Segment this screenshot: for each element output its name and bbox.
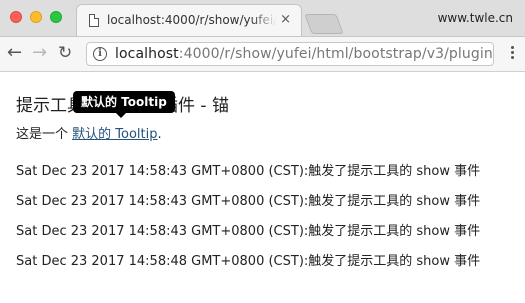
reload-icon[interactable]: ↻ (58, 43, 72, 63)
browser-toolbar: ← → ↻ i localhost:4000/r/show/yufei/html… (0, 37, 525, 72)
tab-title: localhost:4000/r/show/yufei/html/bootstr… (107, 13, 277, 27)
url-path: :4000/r/show/yufei/html/bootstrap/v3/plu… (178, 46, 494, 62)
maximize-window-button[interactable] (50, 11, 62, 23)
close-tab-icon[interactable]: × (280, 12, 291, 28)
log-line: Sat Dec 23 2017 14:58:43 GMT+0800 (CST):… (16, 224, 481, 239)
browser-tab[interactable]: localhost:4000/r/show/yufei/html/bootstr… (76, 4, 302, 36)
back-arrow-icon[interactable]: ← (7, 43, 22, 63)
menu-icon[interactable] (511, 46, 515, 59)
description: 这是一个 默认的 Tooltip. (16, 123, 162, 142)
page-icon (89, 14, 99, 27)
tooltip: 默认的 Tooltip (73, 91, 175, 113)
description-suffix: . (157, 127, 162, 142)
info-icon[interactable]: i (93, 47, 107, 61)
log-line: Sat Dec 23 2017 14:58:43 GMT+0800 (CST):… (16, 194, 481, 209)
tooltip-link[interactable]: 默认的 Tooltip (72, 127, 157, 142)
url-host: localhost (115, 46, 179, 62)
window-controls (10, 11, 62, 23)
description-prefix: 这是一个 (16, 127, 73, 142)
log-line: Sat Dec 23 2017 14:58:43 GMT+0800 (CST):… (16, 164, 481, 179)
site-label: www.twle.cn (437, 11, 513, 25)
new-tab-button[interactable] (304, 14, 344, 34)
close-window-button[interactable] (10, 11, 22, 23)
minimize-window-button[interactable] (30, 11, 42, 23)
tooltip-arrow (116, 113, 126, 118)
forward-arrow-icon[interactable]: → (32, 43, 47, 63)
log-line: Sat Dec 23 2017 14:58:48 GMT+0800 (CST):… (16, 254, 481, 269)
tab-bar: localhost:4000/r/show/yufei/html/bootstr… (0, 0, 525, 37)
event-log: Sat Dec 23 2017 14:58:43 GMT+0800 (CST):… (16, 164, 480, 284)
url-text[interactable]: localhost:4000/r/show/yufei/html/bootstr… (115, 46, 494, 62)
address-bar[interactable]: i localhost:4000/r/show/yufei/html/boots… (86, 42, 494, 66)
